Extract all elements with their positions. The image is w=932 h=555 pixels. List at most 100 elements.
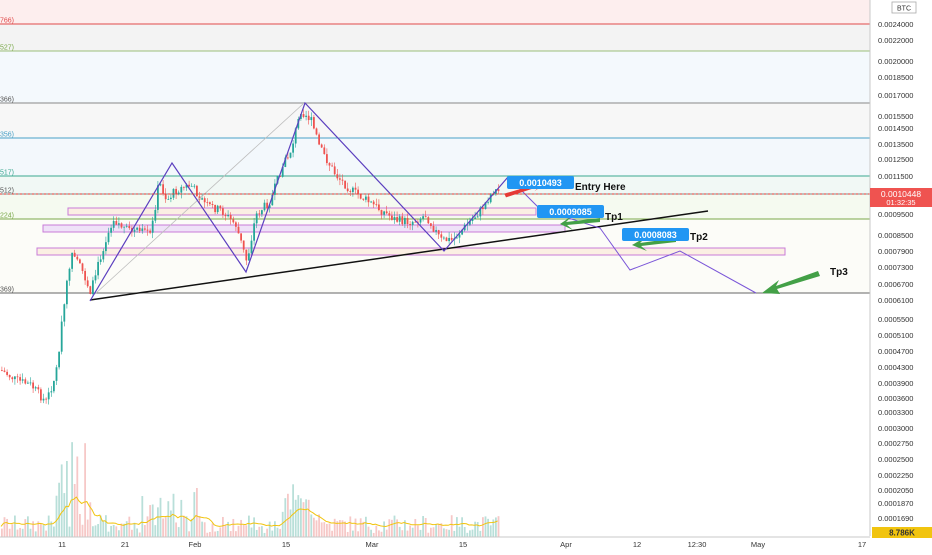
candle-body <box>398 216 401 222</box>
candle-body <box>476 216 479 218</box>
volume-bar <box>180 499 183 537</box>
volume-bar <box>253 517 255 537</box>
candle-body <box>211 204 214 206</box>
time-tick-label: Mar <box>366 540 379 549</box>
volume-bar <box>495 517 497 537</box>
volume-bar <box>66 461 68 537</box>
volume-bar <box>224 524 227 537</box>
candle-body <box>81 263 84 271</box>
candle-body <box>66 280 68 305</box>
candle-body <box>250 240 253 254</box>
price-tick-label: 0.0003000 <box>878 424 913 433</box>
tp2-label: Tp2 <box>690 232 708 243</box>
volume-bar <box>250 527 253 537</box>
candle-body <box>409 223 411 226</box>
volume-bar <box>456 517 458 537</box>
volume-bar <box>261 526 263 537</box>
candle-body <box>120 223 123 228</box>
candle-body <box>232 219 235 223</box>
candle-body <box>393 217 396 220</box>
volume-bar <box>138 532 141 537</box>
volume-bar <box>40 524 42 537</box>
volume-bar <box>349 516 352 537</box>
volume-bar <box>128 516 131 537</box>
volume-bar <box>141 496 144 537</box>
volume-bar <box>320 522 323 537</box>
entry-price-label: 0.0010493 <box>519 178 562 188</box>
volume-bar <box>8 528 11 537</box>
candle-body <box>190 185 193 187</box>
volume-bar <box>34 531 37 537</box>
volume-bar <box>3 517 6 537</box>
price-tick-label: 0.0004700 <box>878 347 913 356</box>
volume-bar <box>279 528 281 537</box>
price-tick-label: 0.0017000 <box>878 91 913 100</box>
volume-bar <box>206 532 209 537</box>
volume-bar <box>339 520 341 537</box>
candle-body <box>385 211 388 214</box>
volume-bar <box>497 516 500 537</box>
candle-body <box>172 188 175 198</box>
candle-body <box>253 223 255 241</box>
candle-body <box>263 202 266 211</box>
candle-body <box>328 163 331 166</box>
candle-body <box>6 371 8 375</box>
volume-bar <box>346 531 349 537</box>
volume-bar <box>245 525 248 537</box>
volume-bar <box>110 525 112 537</box>
price-tick-label: 0.0022000 <box>878 36 913 45</box>
volume-bar <box>55 495 58 537</box>
candle-body <box>437 230 440 235</box>
volume-bar <box>177 527 180 537</box>
candle-body <box>63 304 66 322</box>
time-tick-label: May <box>751 540 765 549</box>
volume-bar <box>331 530 333 537</box>
time-tick-label: 12 <box>633 540 641 549</box>
volume-bar <box>307 499 310 537</box>
candle-body <box>326 154 328 164</box>
volume-bar <box>107 531 110 537</box>
candle-body <box>411 221 414 226</box>
volume-bar <box>146 516 149 537</box>
volume-bar <box>427 532 430 537</box>
volume-bar <box>424 518 427 537</box>
volume-bar <box>32 521 34 537</box>
candle-body <box>237 226 240 234</box>
volume-bar <box>201 521 203 537</box>
candle-body <box>255 213 258 224</box>
countdown-timer: 01:32:35 <box>886 198 915 207</box>
candle-body <box>227 214 229 217</box>
candle-body <box>14 376 16 380</box>
volume-bar <box>115 526 118 537</box>
volume-bar <box>203 522 206 537</box>
candle-body <box>336 174 339 179</box>
volume-bar <box>102 520 105 537</box>
candle-body <box>89 286 92 294</box>
volume-bar <box>209 531 211 537</box>
candle-body <box>50 391 53 393</box>
price-chart[interactable]: 766) 527) 366) 356) 517) 512) 224) 369) 0.00104… <box>0 0 932 550</box>
volume-bar <box>149 505 151 537</box>
volume-bar <box>266 528 268 537</box>
volume-bar <box>417 525 419 537</box>
price-tick-label: 0.0011500 <box>878 172 913 181</box>
candle-body <box>102 251 105 260</box>
candle-body <box>123 226 125 228</box>
volume-bar <box>471 529 474 537</box>
volume-bar <box>242 525 245 537</box>
price-tick-label: 0.0007900 <box>878 247 913 256</box>
volume-bar <box>151 504 154 537</box>
volume-bar <box>188 531 190 537</box>
price-scale[interactable]: 0.0024000 0.0022000 0.0020000 0.0018500 0.00… <box>878 20 913 523</box>
chart-canvas[interactable]: 766) 527) 366) 356) 517) 512) 224) 369) 0.00104… <box>0 0 932 550</box>
volume-bar <box>47 515 50 537</box>
candle-body <box>209 202 211 205</box>
volume-bar <box>435 524 437 537</box>
volume-bar <box>118 530 120 537</box>
volume-bar <box>131 529 133 537</box>
candle-body <box>84 270 86 281</box>
candle-body <box>445 237 448 242</box>
volume-bar <box>357 531 359 537</box>
volume-bar <box>375 525 378 537</box>
candle-body <box>11 377 14 380</box>
